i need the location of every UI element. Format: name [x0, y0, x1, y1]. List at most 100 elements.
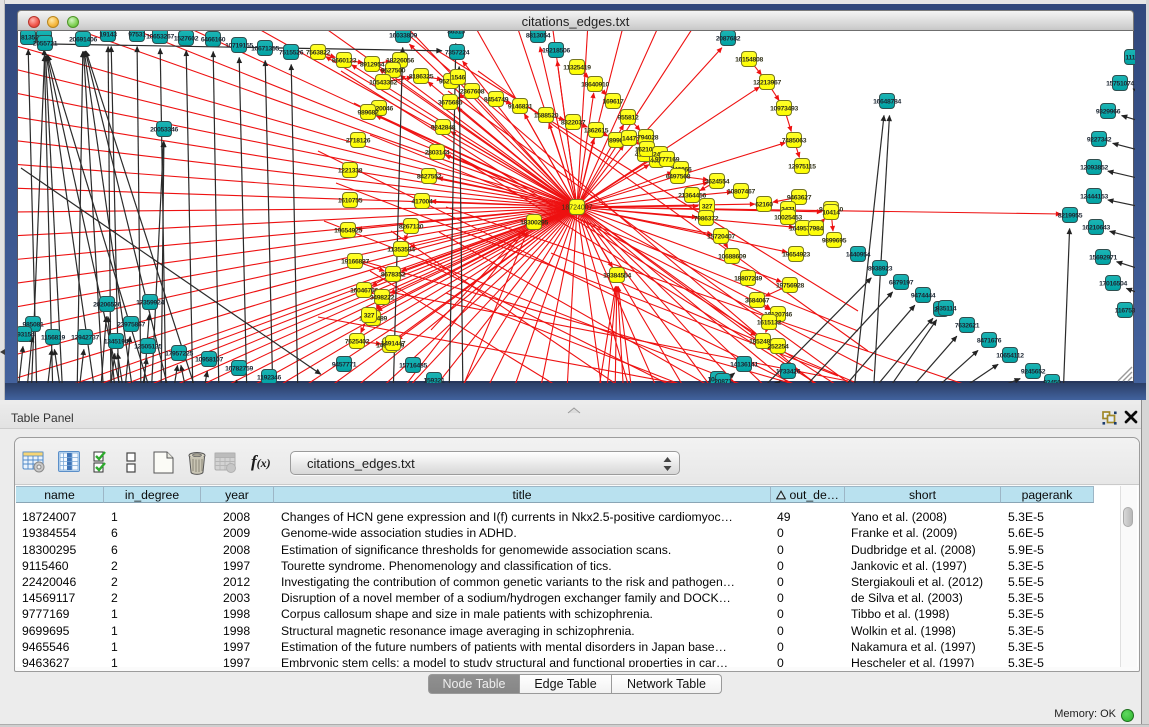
svg-text:1192346: 1192346	[257, 374, 282, 381]
svg-text:20871: 20871	[714, 378, 732, 383]
svg-text:1362615: 1362615	[584, 127, 609, 134]
svg-text:8427552: 8427552	[417, 173, 442, 180]
svg-text:417004: 417004	[412, 198, 433, 205]
svg-text:12093852: 12093852	[1080, 164, 1108, 171]
svg-text:16210643: 16210643	[1082, 224, 1110, 231]
svg-text:9457771: 9457771	[332, 361, 357, 368]
svg-text:9329966: 9329966	[1096, 108, 1121, 115]
svg-text:2718126: 2718126	[346, 137, 371, 144]
svg-text:327: 327	[702, 203, 713, 210]
svg-text:20691406: 20691406	[69, 36, 97, 43]
svg-text:8813054: 8813054	[526, 32, 551, 39]
svg-text:9146821: 9146821	[508, 103, 533, 110]
svg-text:19384554: 19384554	[603, 272, 631, 279]
svg-text:19166827: 19166827	[341, 258, 369, 265]
svg-text:3675685: 3675685	[438, 99, 463, 106]
svg-text:23975867: 23975867	[117, 321, 145, 328]
svg-text:10958107: 10958107	[195, 356, 223, 363]
svg-text:7986372: 7986372	[694, 215, 719, 222]
svg-text:18724007: 18724007	[561, 205, 592, 212]
svg-text:1615132: 1615132	[757, 319, 782, 326]
svg-text:9463627: 9463627	[787, 194, 812, 201]
svg-text:169617: 169617	[603, 98, 624, 105]
svg-text:793154: 793154	[18, 331, 35, 338]
svg-text:12975115: 12975115	[788, 163, 816, 170]
svg-text:9899695: 9899695	[822, 237, 847, 244]
svg-text:92450: 92450	[1043, 379, 1061, 383]
svg-text:14136141: 14136141	[730, 361, 758, 368]
svg-text:1447: 1447	[622, 135, 636, 142]
svg-text:12942737: 12942737	[71, 334, 99, 341]
svg-text:97531: 97531	[128, 31, 146, 38]
svg-text:11353594: 11353594	[387, 246, 415, 253]
svg-text:17957225: 17957225	[165, 350, 193, 357]
svg-text:10671355: 10671355	[251, 45, 279, 52]
svg-text:10719155: 10719155	[225, 42, 253, 49]
svg-text:16648784: 16648784	[873, 98, 901, 105]
svg-text:9474444: 9474444	[911, 292, 936, 299]
svg-text:6879197: 6879197	[889, 279, 914, 286]
svg-text:1117: 1117	[1125, 54, 1135, 61]
svg-text:8660123: 8660123	[332, 57, 357, 64]
svg-text:6497568: 6497568	[666, 173, 691, 180]
svg-text:2367608: 2367608	[460, 88, 485, 95]
svg-text:989682: 989682	[358, 109, 379, 116]
svg-text:8267130: 8267130	[399, 223, 424, 230]
svg-text:12444153: 12444153	[1080, 193, 1108, 200]
svg-text:18640910: 18640910	[581, 81, 609, 88]
svg-text:7515526: 7515526	[279, 49, 304, 56]
svg-text:10543362: 10543362	[369, 79, 397, 86]
svg-text:7625402: 7625402	[345, 338, 370, 345]
svg-text:1345194: 1345194	[104, 338, 129, 345]
svg-text:327: 327	[364, 312, 375, 319]
svg-text:2087682: 2087682	[716, 35, 741, 42]
svg-text:15716485: 15716485	[399, 362, 427, 369]
svg-text:6466160: 6466160	[201, 36, 226, 43]
svg-text:935114: 935114	[936, 305, 957, 312]
svg-text:9527500: 9527500	[381, 67, 406, 74]
svg-text:1156819: 1156819	[41, 334, 66, 341]
svg-text:10807467: 10807467	[727, 188, 755, 195]
svg-text:20053346: 20053346	[150, 126, 178, 133]
svg-text:9242848: 9242848	[431, 124, 456, 131]
svg-text:8219955: 8219955	[1058, 212, 1083, 219]
svg-text:8678352: 8678352	[381, 271, 406, 278]
svg-text:10653267: 10653267	[146, 33, 174, 40]
svg-text:159321: 159321	[424, 377, 445, 383]
svg-text:8186325: 8186325	[409, 73, 434, 80]
svg-text:15720407: 15720407	[707, 233, 735, 240]
svg-text:19218506: 19218506	[542, 47, 570, 54]
svg-text:1221338: 1221338	[338, 167, 363, 174]
svg-text:19143: 19143	[99, 31, 117, 38]
svg-text:8471676: 8471676	[977, 337, 1002, 344]
svg-text:1527602: 1527602	[174, 35, 199, 42]
svg-text:1546: 1546	[451, 74, 465, 81]
svg-text:3498222: 3498222	[370, 294, 395, 301]
svg-text:20206576: 20206576	[93, 301, 121, 308]
svg-text:17016504: 17016504	[1099, 280, 1127, 287]
svg-text:7563822: 7563822	[306, 49, 331, 56]
svg-text:6794028: 6794028	[634, 134, 659, 141]
svg-text:9227342: 9227342	[1087, 136, 1112, 143]
svg-text:1491447: 1491447	[381, 340, 406, 347]
svg-text:16033809: 16033809	[389, 32, 417, 39]
svg-text:10414: 10414	[822, 209, 840, 216]
svg-text:19654925: 19654925	[334, 227, 362, 234]
svg-text:8454749: 8454749	[484, 96, 509, 103]
svg-text:2803144: 2803144	[425, 149, 450, 156]
svg-text:17359924: 17359924	[136, 299, 164, 306]
svg-text:2055721: 2055721	[33, 40, 58, 47]
svg-text:7485063: 7485063	[782, 137, 807, 144]
svg-text:8938923: 8938923	[868, 265, 893, 272]
svg-text:252254: 252254	[768, 343, 789, 350]
svg-text:18300295: 18300295	[520, 219, 548, 226]
svg-text:11325419: 11325419	[563, 64, 591, 71]
svg-text:16154808: 16154808	[735, 56, 763, 63]
svg-text:15751074: 15751074	[1106, 80, 1134, 87]
svg-text:3624554: 3624554	[705, 178, 730, 185]
svg-text:86315: 86315	[447, 31, 465, 35]
svg-text:15692971: 15692971	[1089, 254, 1117, 261]
svg-text:1610755: 1610755	[338, 197, 363, 204]
svg-text:1733426: 1733426	[776, 368, 801, 375]
svg-text:9245652: 9245652	[1021, 368, 1046, 375]
